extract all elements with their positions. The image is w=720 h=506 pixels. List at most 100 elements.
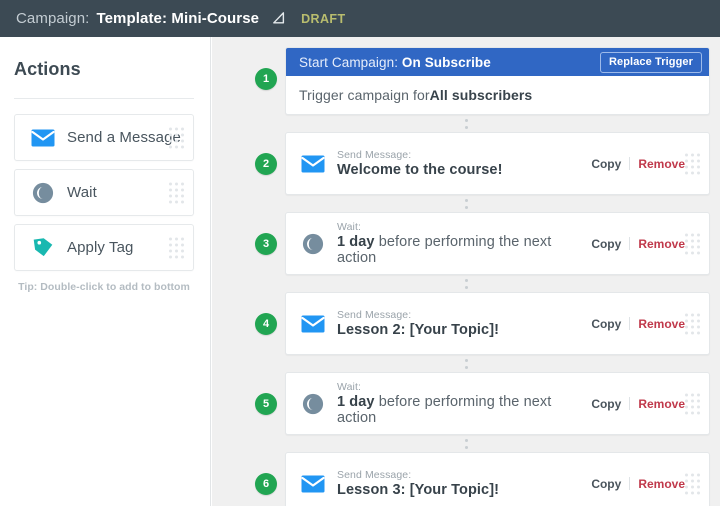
copy-link[interactable]: Copy — [591, 317, 621, 331]
step-number-badge: 6 — [255, 473, 277, 495]
step-number-badge: 1 — [255, 68, 277, 90]
step-title-bold: Lesson 2: [Your Topic]! — [337, 322, 500, 338]
drag-handle-icon[interactable] — [685, 313, 700, 334]
step-connector — [212, 435, 720, 452]
pencil-icon[interactable] — [271, 11, 286, 26]
trigger-title: Start Campaign: On Subscribe — [299, 55, 491, 70]
clock-icon — [300, 233, 326, 255]
action-item-label: Wait — [67, 184, 97, 201]
trigger-card-header: Start Campaign: On Subscribe Replace Tri… — [286, 48, 709, 76]
campaign-step-6: 6 Send Message: Lesson 3: [Your Topic]! … — [255, 452, 710, 506]
step-text-block: Wait: 1 day before performing the next a… — [337, 381, 591, 426]
copy-link[interactable]: Copy — [591, 237, 621, 251]
step-connector — [212, 195, 720, 212]
step-title-bold: 1 day — [337, 234, 375, 250]
step-kicker: Wait: — [337, 381, 362, 393]
drag-handle-icon[interactable] — [169, 237, 184, 258]
campaign-label: Campaign: — [16, 10, 90, 27]
step-connector — [212, 115, 720, 132]
step-kicker: Send Message: — [337, 309, 412, 321]
action-item-send-a-message[interactable]: Send a Message — [14, 114, 194, 161]
action-list: Send a Message Wait Apply Tag — [0, 99, 210, 271]
step-kicker: Send Message: — [337, 469, 412, 481]
step-number-badge: 4 — [255, 313, 277, 335]
sidebar-title: Actions — [14, 59, 81, 79]
action-divider — [629, 237, 631, 250]
step-actions: Copy Remove — [591, 477, 685, 491]
step-actions: Copy Remove — [591, 317, 685, 331]
step-number-badge: 3 — [255, 233, 277, 255]
step-number-badge: 5 — [255, 393, 277, 415]
campaign-canvas: 1 Start Campaign: On Subscribe Replace T… — [212, 37, 720, 506]
clock-icon — [300, 393, 326, 415]
campaign-step-3: 3 Wait: 1 day before performing the next… — [255, 212, 710, 275]
step-card[interactable]: Wait: 1 day before performing the next a… — [285, 372, 710, 435]
campaign-title: Template: Mini-Course — [96, 10, 260, 27]
remove-link[interactable]: Remove — [638, 477, 685, 491]
drag-handle-icon[interactable] — [685, 473, 700, 494]
action-divider — [629, 477, 631, 490]
drag-handle-icon[interactable] — [685, 153, 700, 174]
envelope-icon — [300, 155, 326, 173]
remove-link[interactable]: Remove — [638, 397, 685, 411]
copy-link[interactable]: Copy — [591, 157, 621, 171]
action-divider — [629, 397, 631, 410]
step-actions: Copy Remove — [591, 237, 685, 251]
drag-handle-icon[interactable] — [169, 127, 184, 148]
remove-link[interactable]: Remove — [638, 157, 685, 171]
trigger-card-body: Trigger campaign for All subscribers — [286, 76, 709, 114]
trigger-body-value: All subscribers — [429, 87, 533, 103]
step-title: 1 day before performing the next action — [337, 394, 591, 426]
action-item-label: Apply Tag — [67, 239, 134, 256]
step-title-bold: Lesson 3: [Your Topic]! — [337, 482, 500, 498]
step-text-block: Wait: 1 day before performing the next a… — [337, 221, 591, 266]
step-connector — [212, 275, 720, 292]
step-actions: Copy Remove — [591, 157, 685, 171]
clock-icon — [28, 182, 58, 204]
copy-link[interactable]: Copy — [591, 397, 621, 411]
remove-link[interactable]: Remove — [638, 317, 685, 331]
canvas-top-spacer — [212, 37, 720, 47]
campaign-step-4: 4 Send Message: Lesson 2: [Your Topic]! … — [255, 292, 710, 355]
copy-link[interactable]: Copy — [591, 477, 621, 491]
step-kicker: Wait: — [337, 221, 362, 233]
envelope-icon — [300, 315, 326, 333]
campaign-step-2: 2 Send Message: Welcome to the course! C… — [255, 132, 710, 195]
action-item-wait[interactable]: Wait — [14, 169, 194, 216]
step-title: 1 day before performing the next action — [337, 234, 591, 266]
step-card[interactable]: Send Message: Lesson 2: [Your Topic]! Co… — [285, 292, 710, 355]
trigger-title-prefix: Start Campaign: — [299, 54, 402, 70]
sidebar-tip: Tip: Double-click to add to bottom — [18, 281, 190, 293]
campaign-step-trigger: 1 Start Campaign: On Subscribe Replace T… — [255, 47, 710, 115]
campaign-builder-screen: Campaign: Template: Mini-Course DRAFT Ac… — [0, 0, 720, 506]
action-item-label: Send a Message — [67, 129, 181, 146]
step-kicker: Send Message: — [337, 149, 412, 161]
drag-handle-icon[interactable] — [685, 233, 700, 254]
action-divider — [629, 317, 631, 330]
step-card[interactable]: Wait: 1 day before performing the next a… — [285, 212, 710, 275]
status-badge: DRAFT — [301, 11, 346, 26]
step-title-bold: Welcome to the course! — [337, 162, 503, 178]
step-connector — [212, 355, 720, 372]
tag-icon — [28, 236, 58, 259]
top-bar: Campaign: Template: Mini-Course DRAFT — [0, 0, 720, 37]
step-text-block: Send Message: Welcome to the course! — [337, 149, 591, 178]
envelope-icon — [28, 129, 58, 147]
step-actions: Copy Remove — [591, 397, 685, 411]
replace-trigger-button[interactable]: Replace Trigger — [599, 51, 702, 73]
trigger-title-value: On Subscribe — [401, 54, 491, 70]
remove-link[interactable]: Remove — [638, 237, 685, 251]
drag-handle-icon[interactable] — [685, 393, 700, 414]
step-number-badge: 2 — [255, 153, 277, 175]
step-card[interactable]: Send Message: Lesson 3: [Your Topic]! Co… — [285, 452, 710, 506]
drag-handle-icon[interactable] — [169, 182, 184, 203]
step-title-bold: 1 day — [337, 394, 375, 410]
action-divider — [629, 157, 631, 170]
step-title: Lesson 2: [Your Topic]! — [337, 322, 591, 338]
actions-sidebar: Actions Send a Message Wait Apply Tag Ti… — [0, 37, 211, 506]
action-item-apply-tag[interactable]: Apply Tag — [14, 224, 194, 271]
campaign-step-5: 5 Wait: 1 day before performing the next… — [255, 372, 710, 435]
trigger-card[interactable]: Start Campaign: On Subscribe Replace Tri… — [285, 47, 710, 115]
step-card[interactable]: Send Message: Welcome to the course! Cop… — [285, 132, 710, 195]
step-text-block: Send Message: Lesson 3: [Your Topic]! — [337, 469, 591, 498]
